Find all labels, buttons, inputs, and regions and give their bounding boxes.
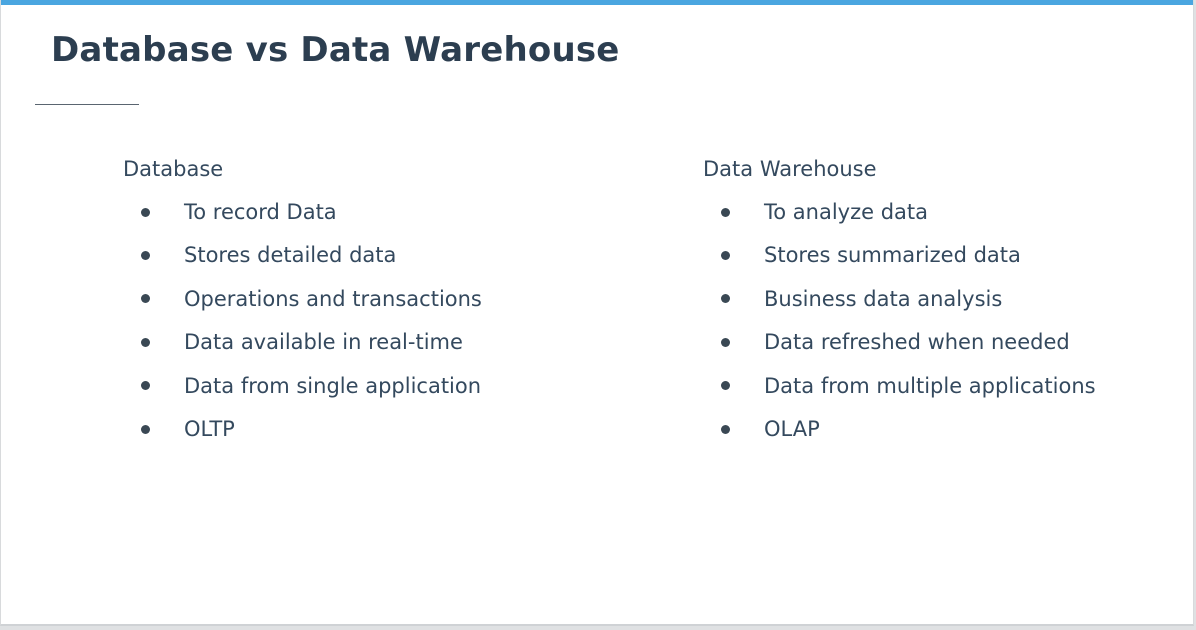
list-item-text: Business data analysis bbox=[764, 286, 1003, 311]
slide: Database vs Data Warehouse Database To r… bbox=[0, 0, 1194, 626]
accent-bar bbox=[1, 0, 1193, 5]
list-item: OLTP bbox=[123, 408, 482, 451]
bullet-icon bbox=[141, 294, 150, 304]
title-underline bbox=[35, 104, 139, 105]
warehouse-heading: Data Warehouse bbox=[703, 157, 877, 181]
list-item-text: Stores summarized data bbox=[764, 243, 1021, 268]
database-list: To record Data Stores detailed data Oper… bbox=[123, 191, 482, 451]
database-column: Database To record Data Stores detailed … bbox=[123, 153, 482, 451]
bullet-icon bbox=[721, 251, 730, 261]
database-heading: Database bbox=[123, 157, 224, 181]
list-item: Data from multiple applications bbox=[703, 365, 1096, 408]
list-item-text: To record Data bbox=[184, 200, 337, 224]
list-item: Data from single application bbox=[123, 365, 482, 408]
list-item: Stores detailed data bbox=[123, 234, 482, 277]
bullet-icon bbox=[141, 424, 150, 434]
list-item-text: Operations and transactions bbox=[184, 286, 482, 311]
bullet-icon bbox=[721, 424, 730, 434]
bullet-icon bbox=[721, 207, 730, 217]
bullet-icon bbox=[141, 381, 150, 391]
list-item: To record Data bbox=[123, 191, 482, 234]
bullet-icon bbox=[141, 251, 150, 261]
list-item-text: OLTP bbox=[184, 416, 235, 441]
list-item: Business data analysis bbox=[703, 278, 1096, 321]
list-item: Data refreshed when needed bbox=[703, 321, 1096, 364]
list-item: To analyze data bbox=[703, 191, 1096, 234]
list-item-text: Data available in real-time bbox=[184, 330, 463, 355]
list-item-text: Data refreshed when needed bbox=[764, 330, 1070, 355]
bullet-icon bbox=[141, 207, 150, 217]
list-item-text: Stores detailed data bbox=[184, 243, 397, 268]
list-item-text: To analyze data bbox=[764, 200, 929, 224]
list-item-text: Data from multiple applications bbox=[764, 373, 1096, 398]
list-item: Stores summarized data bbox=[703, 234, 1096, 277]
list-item: Data available in real-time bbox=[123, 321, 482, 364]
list-item-text: Data from single application bbox=[184, 373, 482, 398]
bullet-icon bbox=[721, 381, 730, 391]
warehouse-list: To analyze data Stores summarized data B… bbox=[703, 191, 1096, 451]
list-item-text: OLAP bbox=[764, 416, 820, 441]
slide-title: Database vs Data Warehouse bbox=[51, 30, 620, 70]
warehouse-column: Data Warehouse To analyze data Stores su… bbox=[703, 153, 1096, 451]
bullet-icon bbox=[141, 337, 150, 347]
bullet-icon bbox=[721, 337, 730, 347]
bullet-icon bbox=[721, 294, 730, 304]
list-item: OLAP bbox=[703, 408, 1096, 451]
list-item: Operations and transactions bbox=[123, 278, 482, 321]
